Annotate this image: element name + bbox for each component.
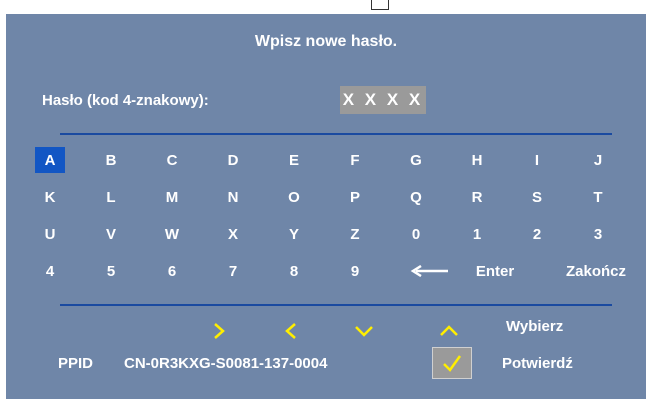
left-chevron-icon[interactable] (276, 320, 306, 342)
key-1[interactable]: 1 (462, 221, 492, 247)
key-7[interactable]: 7 (218, 258, 248, 284)
key-i[interactable]: I (522, 147, 552, 173)
key-v[interactable]: V (96, 221, 126, 247)
select-label: Wybierz (506, 318, 564, 335)
key-u[interactable]: U (35, 221, 65, 247)
confirm-checkbox[interactable] (432, 347, 472, 379)
key-c[interactable]: C (157, 147, 187, 173)
top-divider (60, 133, 612, 135)
key-k[interactable]: K (35, 184, 65, 210)
osd-password-panel: Wpisz nowe hasło. Hasło (kod 4-znakowy):… (6, 14, 646, 399)
key-y[interactable]: Y (279, 221, 309, 247)
key-8[interactable]: 8 (279, 258, 309, 284)
key-o[interactable]: O (279, 184, 309, 210)
key-3[interactable]: 3 (583, 221, 613, 247)
finish-key[interactable]: Zakończ (556, 258, 636, 284)
key-x[interactable]: X (218, 221, 248, 247)
key-s[interactable]: S (522, 184, 552, 210)
key-6[interactable]: 6 (157, 258, 187, 284)
key-2[interactable]: 2 (522, 221, 552, 247)
key-d[interactable]: D (218, 147, 248, 173)
key-t[interactable]: T (583, 184, 613, 210)
key-m[interactable]: M (157, 184, 187, 210)
checkmark-icon (443, 355, 462, 372)
key-f[interactable]: F (340, 147, 370, 173)
bottom-divider (60, 304, 612, 306)
key-0[interactable]: 0 (401, 221, 431, 247)
cropped-box-icon (371, 0, 389, 10)
key-r[interactable]: R (462, 184, 492, 210)
ppid-value: CN-0R3KXG-S0081-137-0004 (124, 355, 328, 372)
key-4[interactable]: 4 (35, 258, 65, 284)
up-chevron-icon[interactable] (434, 320, 464, 342)
top-cropped-strip (0, 0, 652, 12)
key-h[interactable]: H (462, 147, 492, 173)
key-j[interactable]: J (583, 147, 613, 173)
key-b[interactable]: B (96, 147, 126, 173)
page-title: Wpisz nowe hasło. (254, 33, 398, 50)
confirm-label: Potwierdź (502, 355, 573, 372)
key-l[interactable]: L (96, 184, 126, 210)
key-5[interactable]: 5 (96, 258, 126, 284)
key-n[interactable]: N (218, 184, 248, 210)
key-w[interactable]: W (157, 221, 187, 247)
key-a[interactable]: A (35, 147, 65, 173)
backspace-key[interactable] (402, 258, 458, 284)
left-arrow-icon (410, 265, 448, 277)
key-z[interactable]: Z (340, 221, 370, 247)
enter-key[interactable]: Enter (467, 258, 523, 284)
key-9[interactable]: 9 (340, 258, 370, 284)
key-q[interactable]: Q (401, 184, 431, 210)
password-label: Hasło (kod 4-znakowy): (42, 92, 209, 109)
password-field[interactable]: X X X X (340, 86, 426, 114)
key-e[interactable]: E (279, 147, 309, 173)
ppid-label: PPID (58, 355, 94, 372)
right-chevron-icon[interactable] (204, 320, 234, 342)
key-p[interactable]: P (340, 184, 370, 210)
down-chevron-icon[interactable] (349, 320, 379, 342)
key-g[interactable]: G (401, 147, 431, 173)
